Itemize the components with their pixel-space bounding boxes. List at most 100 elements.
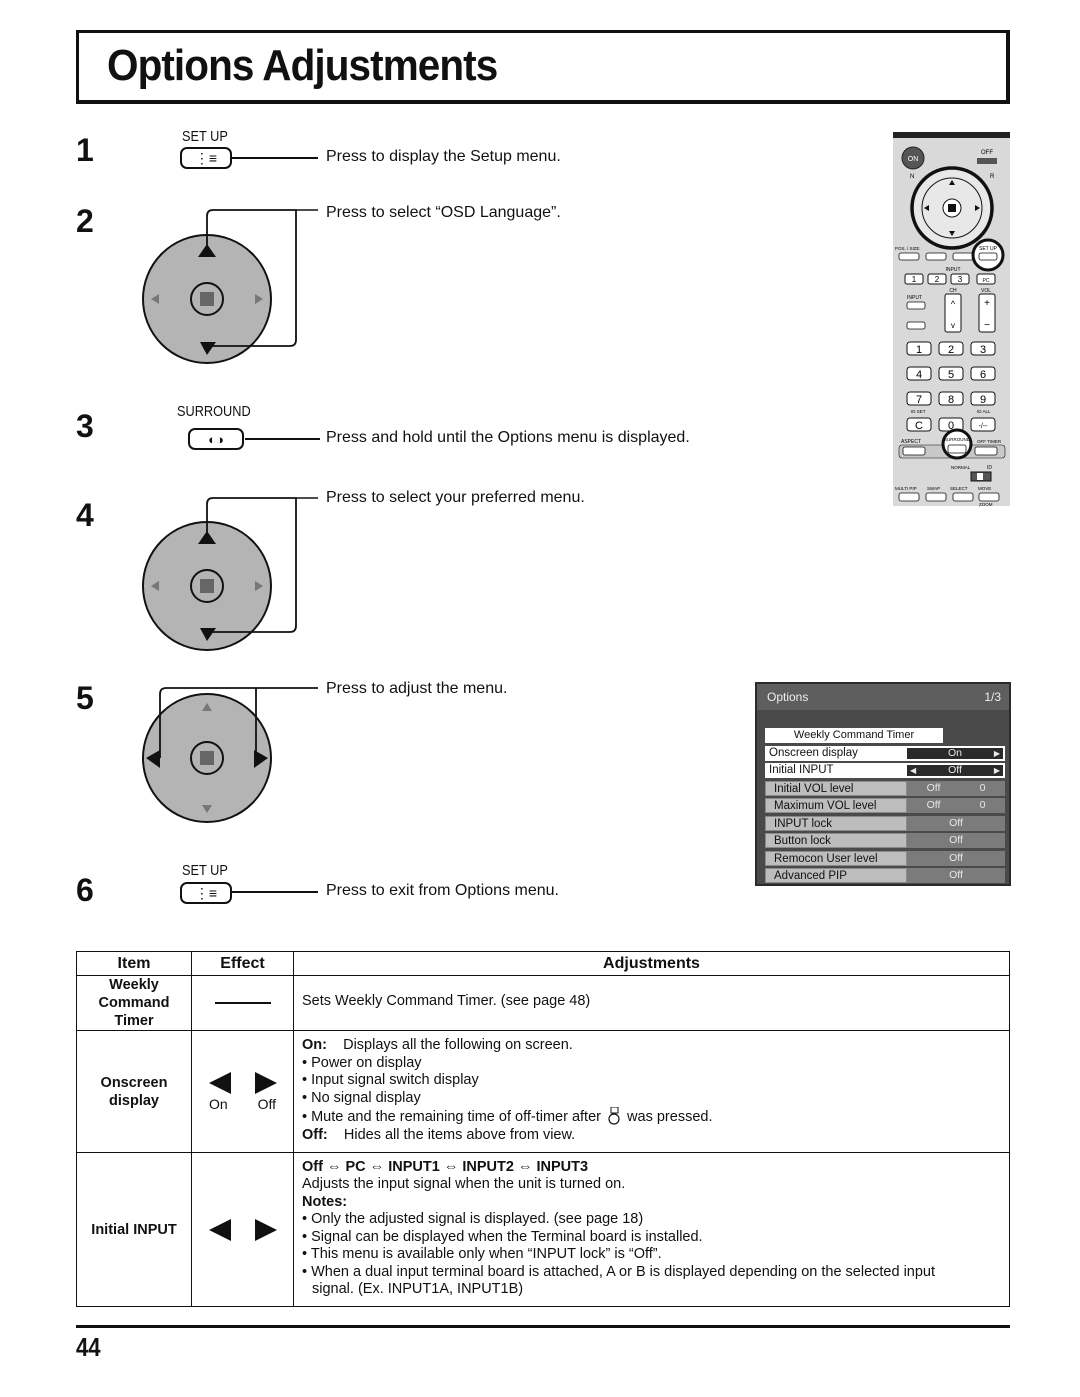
options-spec-table: Item Effect Adjustments Weekly Command T… bbox=[76, 951, 1010, 1307]
adjustment-onscreen-display: On: Displays all the following on screen… bbox=[293, 1030, 1010, 1153]
remote-surround-label: SURROUND bbox=[944, 437, 971, 442]
osd-row-input-lock[interactable]: INPUT lock Off bbox=[765, 816, 1005, 831]
svg-text:PC: PC bbox=[983, 278, 990, 284]
menu-list-icon: ⋮≡ bbox=[194, 885, 218, 901]
menu-list-icon: ⋮≡ bbox=[194, 150, 218, 166]
svg-text:3: 3 bbox=[980, 344, 986, 356]
remote-on-label: ON bbox=[908, 156, 919, 163]
osd-row-advanced-pip[interactable]: Advanced PIP Off bbox=[765, 868, 1005, 883]
remote-id-label: ID bbox=[987, 465, 992, 471]
svg-text:1: 1 bbox=[912, 275, 917, 284]
step-3-number: 3 bbox=[76, 408, 94, 444]
right-arrow-icon bbox=[254, 1218, 277, 1241]
osd-right-arrow-icon: ▶ bbox=[993, 766, 1000, 775]
item-weekly-command-timer: Weekly Command Timer bbox=[76, 975, 192, 1031]
left-arrow-icon bbox=[208, 1071, 231, 1094]
remote-ch-label: CH bbox=[949, 288, 957, 294]
step-5-instruction: Press to adjust the menu. bbox=[326, 680, 508, 697]
step-1-connector bbox=[232, 157, 318, 159]
effect-initial-input bbox=[191, 1152, 294, 1307]
osd-weekly-command-timer[interactable]: Weekly Command Timer bbox=[765, 728, 943, 743]
step-1-number: 1 bbox=[76, 132, 94, 168]
step-6-connector bbox=[232, 891, 318, 893]
off-timer-icon bbox=[608, 1106, 620, 1125]
dpad-up-down-icon[interactable] bbox=[140, 488, 330, 658]
remote-r-label: R bbox=[990, 174, 995, 180]
remote-move-label: MOVE bbox=[978, 486, 991, 491]
remote-control-illustration: ON OFF N R POS. / SIZE SET UP INPUT 1 2 … bbox=[893, 132, 1010, 506]
effect-none bbox=[191, 975, 294, 1031]
osd-title-bar: Options 1/3 bbox=[757, 684, 1009, 710]
svg-text:2: 2 bbox=[935, 275, 940, 284]
remote-input-group-label: INPUT bbox=[946, 267, 961, 273]
svg-text:-/--: -/-- bbox=[979, 423, 989, 430]
step-3-instruction: Press and hold until the Options menu is… bbox=[326, 429, 690, 446]
adjustment-initial-input: Off ⇔ PC ⇔ INPUT1 ⇔ INPUT2 ⇔ INPUT3 Adju… bbox=[293, 1152, 1010, 1307]
effect-onscreen-display: On Off bbox=[191, 1030, 294, 1153]
remote-pos-size-label: POS. / SIZE bbox=[895, 246, 920, 251]
step-5-number: 5 bbox=[76, 680, 94, 716]
setup-button-label: SET UP bbox=[182, 128, 228, 145]
step-4-number: 4 bbox=[76, 497, 94, 533]
dpad-up-down-icon[interactable] bbox=[140, 200, 330, 370]
osd-right-arrow-icon: ▶ bbox=[993, 749, 1000, 758]
remote-multi-pip-label: MULTI PIP bbox=[895, 486, 917, 491]
remote-off-label: OFF bbox=[981, 150, 993, 156]
page-title: Options Adjustments bbox=[107, 41, 498, 90]
osd-page-indicator: 1/3 bbox=[984, 690, 1001, 704]
svg-text:4: 4 bbox=[916, 369, 922, 381]
input-sequence: Off ⇔ PC ⇔ INPUT1 ⇔ INPUT2 ⇔ INPUT3 bbox=[302, 1158, 589, 1175]
header-item: Item bbox=[76, 951, 192, 976]
step-4-instruction: Press to select your preferred menu. bbox=[326, 489, 585, 506]
options-osd-menu: Options 1/3 Weekly Command Timer Onscree… bbox=[755, 682, 1011, 886]
remote-id-set-label: ID SET bbox=[911, 409, 926, 414]
surround-icon: ◐◑ bbox=[208, 431, 224, 447]
setup-button[interactable]: ⋮≡ bbox=[180, 147, 232, 169]
page-number: 44 bbox=[76, 1332, 101, 1362]
osd-row-initial-vol-level[interactable]: Initial VOL level Off 0 bbox=[765, 781, 1005, 796]
table-header-row: Item Effect Adjustments bbox=[76, 951, 1010, 976]
svg-text:−: − bbox=[984, 320, 990, 331]
setup-button-label: SET UP bbox=[182, 862, 228, 879]
svg-text:9: 9 bbox=[980, 394, 986, 406]
remote-setup-label: SET UP bbox=[979, 246, 998, 252]
remote-aspect-label: ASPECT bbox=[901, 439, 921, 445]
svg-text:3: 3 bbox=[958, 275, 963, 284]
osd-left-arrow-icon: ◀ bbox=[910, 766, 917, 775]
osd-row-onscreen-display[interactable]: Onscreen display On ▶ bbox=[765, 746, 1005, 761]
surround-button[interactable]: ◐◑ bbox=[188, 428, 244, 450]
left-arrow-icon bbox=[208, 1218, 231, 1241]
step-6-number: 6 bbox=[76, 872, 94, 908]
svg-text:6: 6 bbox=[980, 369, 986, 381]
header-effect: Effect bbox=[191, 951, 294, 976]
step-3-connector bbox=[245, 438, 320, 440]
osd-row-button-lock[interactable]: Button lock Off bbox=[765, 833, 1005, 848]
svg-text:+: + bbox=[984, 298, 990, 309]
svg-text:8: 8 bbox=[948, 394, 954, 406]
svg-text:1: 1 bbox=[916, 344, 922, 356]
remote-vol-label: VOL bbox=[981, 288, 991, 294]
remote-off-timer-label: OFF TIMER bbox=[977, 439, 1002, 444]
dpad-left-right-icon[interactable] bbox=[140, 680, 330, 840]
osd-row-remocon-user-level[interactable]: Remocon User level Off bbox=[765, 851, 1005, 866]
remote-n-label: N bbox=[910, 174, 914, 180]
remote-swap-label: SWAP bbox=[927, 486, 940, 491]
remote-id-all-label: ID ALL bbox=[977, 409, 991, 414]
step-2-number: 2 bbox=[76, 203, 94, 239]
dash-line bbox=[214, 1002, 271, 1004]
item-onscreen-display: Onscreen display bbox=[76, 1030, 192, 1153]
table-row: Onscreen display On Off On: Displays all… bbox=[76, 1030, 1010, 1153]
table-row: Weekly Command Timer Sets Weekly Command… bbox=[76, 975, 1010, 1031]
setup-button[interactable]: ⋮≡ bbox=[180, 882, 232, 904]
remote-normal-label: NORMAL bbox=[951, 465, 971, 470]
osd-row-initial-input[interactable]: Initial INPUT ◀ Off ▶ bbox=[765, 763, 1005, 778]
header-adjustments: Adjustments bbox=[293, 951, 1010, 976]
item-initial-input: Initial INPUT bbox=[76, 1152, 192, 1307]
svg-text:2: 2 bbox=[948, 344, 954, 356]
svg-text:5: 5 bbox=[948, 369, 954, 381]
footer-rule bbox=[76, 1325, 1010, 1328]
remote-select-label: SELECT bbox=[950, 486, 968, 491]
osd-row-maximum-vol-level[interactable]: Maximum VOL level Off 0 bbox=[765, 798, 1005, 813]
table-row: Initial INPUT Off ⇔ PC ⇔ INPUT1 ⇔ INPUT2… bbox=[76, 1152, 1010, 1307]
svg-text:7: 7 bbox=[916, 394, 922, 406]
